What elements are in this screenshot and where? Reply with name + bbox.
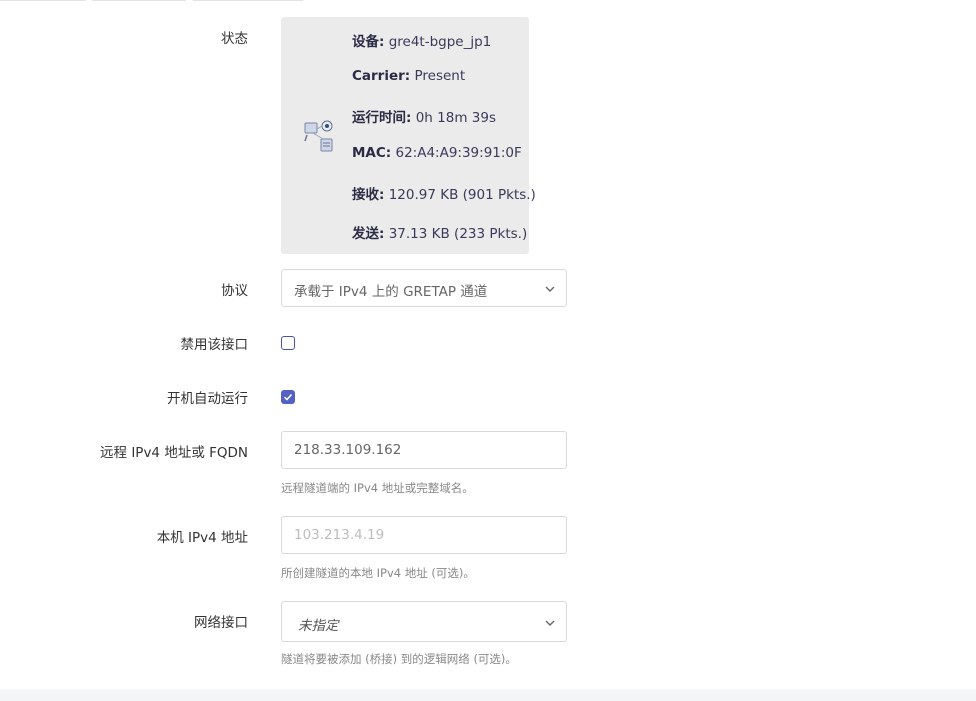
status-line-tx: 发送: 37.13 KB (233 Pkts.) (352, 226, 528, 242)
status-label: 状态 (221, 31, 248, 47)
local-ipv4-placeholder: 103.213.4.19 (294, 527, 385, 543)
local-ipv4-input[interactable]: 103.213.4.19 (281, 516, 567, 554)
network-label: 网络接口 (194, 615, 248, 631)
checkmark-icon (283, 393, 293, 401)
page-footer-bar (0, 689, 976, 701)
local-ipv4-help: 所创建隧道的本地 IPv4 地址 (可选)。 (281, 566, 475, 580)
auto-start-label: 开机自动运行 (167, 391, 248, 407)
network-select-value: 未指定 (298, 618, 339, 634)
network-help: 隧道将要被添加 (桥接) 到的逻辑网络 (可选)。 (281, 652, 517, 666)
network-select[interactable]: 未指定 (281, 601, 567, 642)
remote-ipv4-value: 218.33.109.162 (294, 442, 402, 458)
local-ipv4-label: 本机 IPv4 地址 (156, 530, 248, 546)
remote-ipv4-label: 远程 IPv4 地址或 FQDN (100, 445, 248, 461)
remote-ipv4-help: 远程隧道端的 IPv4 地址或完整域名。 (281, 481, 474, 495)
top-tab-3[interactable] (193, 0, 303, 1)
protocol-select-value: 承载于 IPv4 上的 GRETAP 通道 (294, 284, 488, 300)
top-tab-1[interactable] (0, 0, 86, 1)
protocol-label: 协议 (221, 283, 248, 299)
top-tab-strip (0, 0, 976, 2)
remote-ipv4-input[interactable]: 218.33.109.162 (281, 431, 567, 469)
status-line-carrier: Carrier: Present (352, 68, 466, 84)
disable-interface-label: 禁用该接口 (180, 337, 249, 353)
status-line-uptime: 运行时间: 0h 18m 39s (352, 110, 496, 126)
chevron-down-icon (545, 286, 555, 292)
status-line-rx: 接收: 120.97 KB (901 Pkts.) (352, 187, 536, 203)
disable-interface-checkbox[interactable] (281, 336, 295, 350)
status-line-mac: MAC: 62:A4:A9:39:91:0F (352, 145, 522, 161)
top-tab-2[interactable] (92, 0, 186, 1)
network-device-icon (304, 120, 333, 152)
protocol-select[interactable]: 承载于 IPv4 上的 GRETAP 通道 (281, 269, 567, 307)
status-line-device: 设备: gre4t-bgpe_jp1 (352, 34, 492, 50)
status-card: 设备: gre4t-bgpe_jp1 Carrier: Present 运行时间… (281, 17, 536, 254)
auto-start-checkbox[interactable] (281, 390, 295, 404)
chevron-down-icon (545, 620, 555, 626)
